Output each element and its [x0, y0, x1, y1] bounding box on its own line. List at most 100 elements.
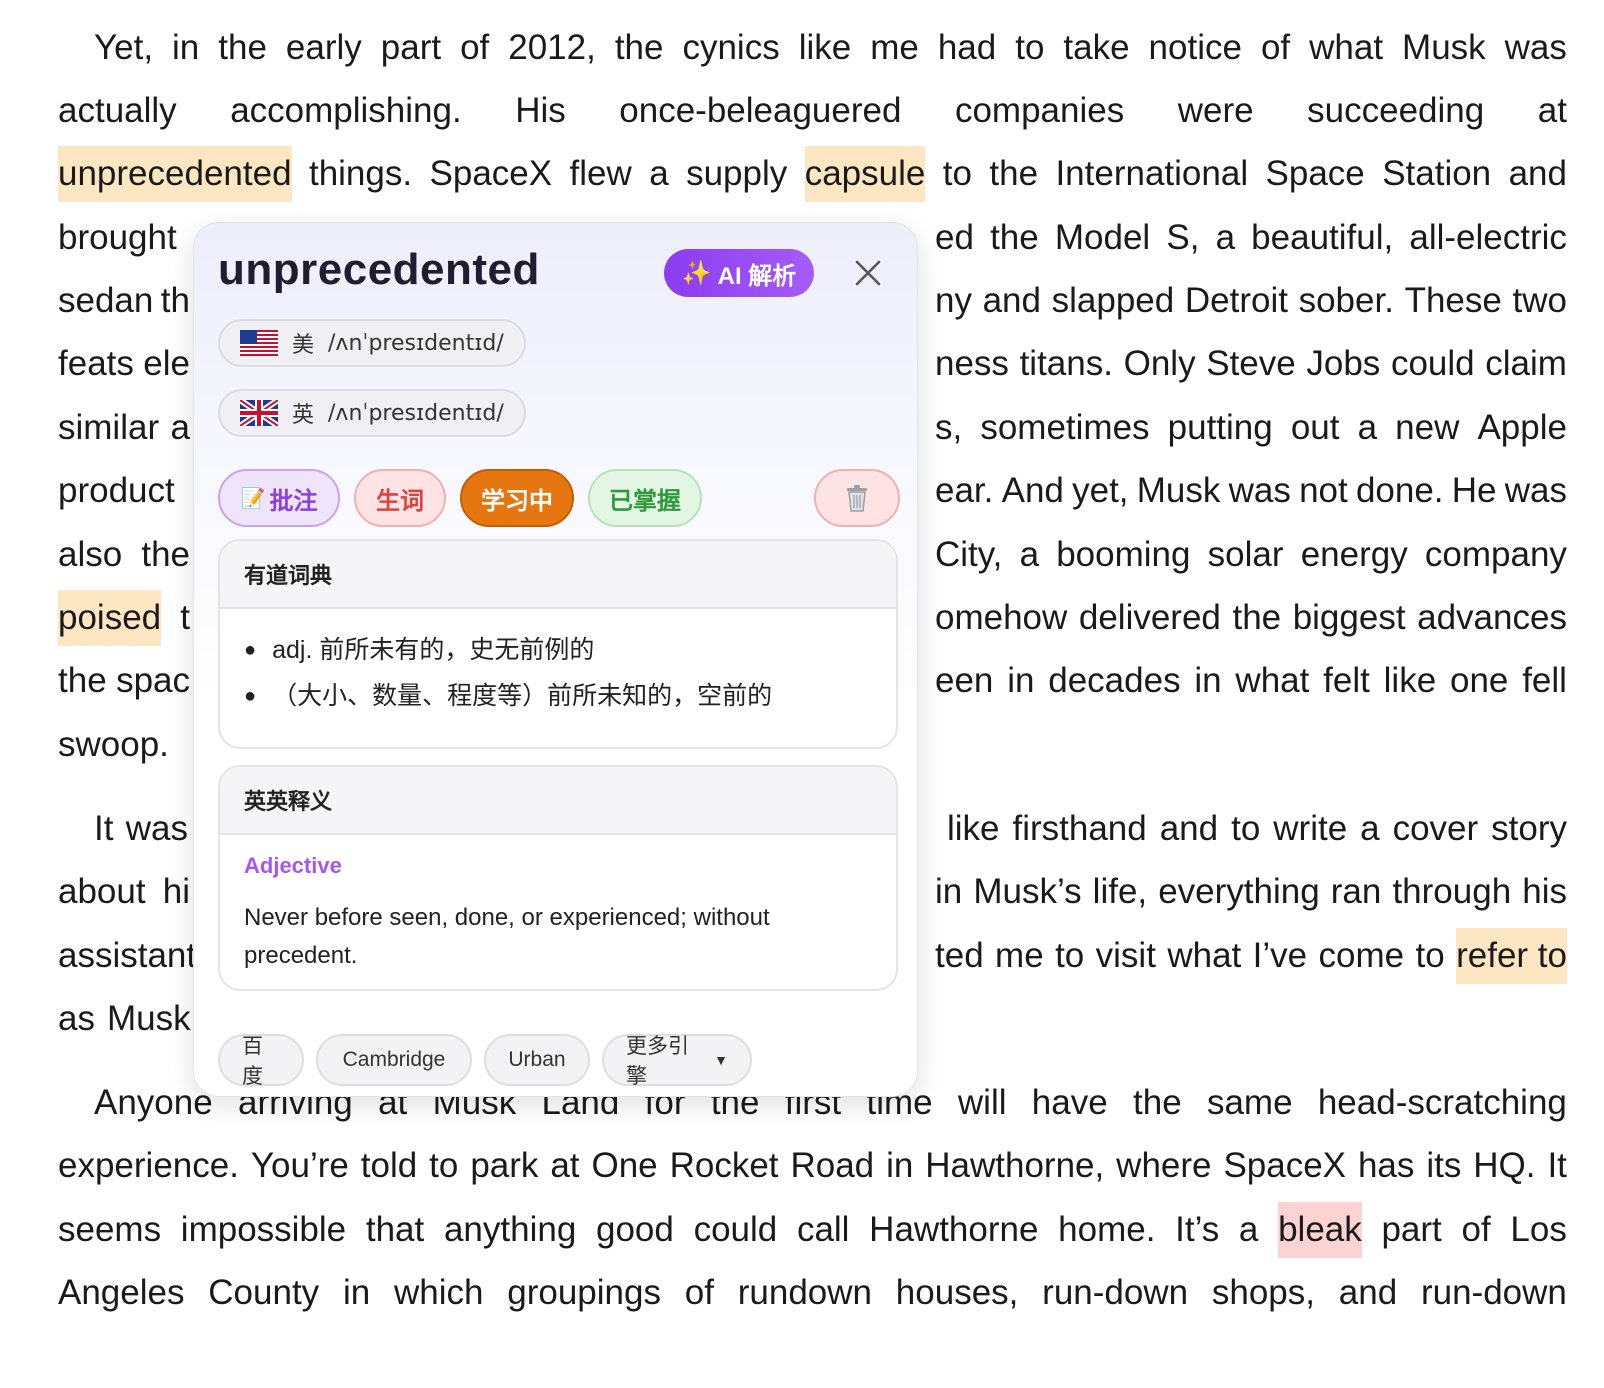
word[interactable]: to: [1231, 801, 1260, 857]
word[interactable]: a: [171, 400, 190, 456]
more-engines-dropdown[interactable]: 更多引擎 ▼: [602, 1034, 752, 1088]
word[interactable]: ran: [1331, 864, 1382, 920]
word[interactable]: International: [1055, 146, 1248, 202]
word[interactable]: early: [286, 20, 362, 76]
word[interactable]: decades: [1048, 653, 1180, 709]
word[interactable]: yet,: [1072, 463, 1128, 519]
word[interactable]: had: [938, 20, 996, 76]
word[interactable]: omehow: [935, 590, 1067, 646]
word[interactable]: two: [1512, 273, 1566, 329]
word[interactable]: in: [886, 1138, 913, 1194]
word[interactable]: hi: [163, 864, 190, 920]
word[interactable]: Musk: [1402, 20, 1486, 76]
word[interactable]: like: [799, 20, 852, 76]
word[interactable]: through: [1392, 864, 1511, 920]
word[interactable]: was: [1505, 20, 1567, 76]
word[interactable]: was: [1505, 463, 1567, 519]
word[interactable]: and: [1160, 801, 1218, 857]
word[interactable]: the: [218, 20, 267, 76]
word[interactable]: slapped: [1052, 273, 1175, 329]
word[interactable]: One: [591, 1138, 657, 1194]
word[interactable]: cover: [1393, 801, 1479, 857]
engine-cambridge-button[interactable]: Cambridge: [316, 1034, 472, 1086]
word[interactable]: at: [550, 1138, 579, 1194]
ai-analysis-button[interactable]: ✨ AI 解析: [664, 249, 814, 297]
word[interactable]: City,: [935, 527, 1002, 583]
word[interactable]: spac: [116, 653, 190, 709]
word[interactable]: Angeles: [58, 1265, 184, 1321]
word[interactable]: booming: [1056, 527, 1190, 583]
word[interactable]: a: [1216, 210, 1235, 266]
word[interactable]: in: [343, 1265, 370, 1321]
word[interactable]: ear.: [935, 463, 993, 519]
word[interactable]: Station: [1382, 146, 1491, 202]
word[interactable]: write: [1273, 801, 1347, 857]
new-word-button[interactable]: 生词: [354, 469, 446, 527]
word[interactable]: 2012,: [508, 20, 596, 76]
word[interactable]: Musk’s: [973, 864, 1081, 920]
word[interactable]: These: [1405, 273, 1502, 329]
word[interactable]: ted: [935, 928, 984, 984]
word[interactable]: at: [1538, 83, 1567, 139]
word[interactable]: Hawthorne,: [925, 1138, 1104, 1194]
mastered-button[interactable]: 已掌握: [588, 469, 702, 527]
engine-baidu-button[interactable]: 百度: [218, 1034, 304, 1088]
word[interactable]: could: [1391, 336, 1475, 392]
word[interactable]: which: [394, 1265, 483, 1321]
word[interactable]: company: [1425, 527, 1567, 583]
word[interactable]: its: [1426, 1138, 1461, 1194]
word[interactable]: life,: [1093, 864, 1147, 920]
word[interactable]: was: [126, 801, 188, 857]
word[interactable]: ness: [935, 336, 1009, 392]
word[interactable]: firsthand: [1013, 801, 1147, 857]
word[interactable]: a: [1360, 801, 1379, 857]
word[interactable]: also: [58, 527, 122, 583]
word[interactable]: sober.: [1299, 273, 1394, 329]
word[interactable]: done.: [1356, 463, 1444, 519]
word[interactable]: sedan: [58, 273, 153, 329]
word[interactable]: th: [161, 273, 190, 329]
word[interactable]: product: [58, 463, 175, 519]
word[interactable]: fell: [1522, 653, 1567, 709]
word[interactable]: Apple: [1477, 400, 1567, 456]
word[interactable]: energy: [1301, 527, 1408, 583]
word[interactable]: seems: [58, 1202, 161, 1258]
word[interactable]: to: [1055, 928, 1084, 984]
word[interactable]: the: [990, 210, 1039, 266]
word[interactable]: part: [1381, 1202, 1441, 1258]
word[interactable]: a: [649, 146, 668, 202]
word[interactable]: like: [947, 801, 1000, 857]
word[interactable]: Hawthorne: [869, 1202, 1038, 1258]
word[interactable]: You’re: [251, 1138, 349, 1194]
word[interactable]: capsule: [804, 146, 926, 202]
word[interactable]: where: [1116, 1138, 1211, 1194]
word[interactable]: what: [1167, 928, 1241, 984]
word[interactable]: felt: [1323, 653, 1370, 709]
learning-button[interactable]: 学习中: [460, 469, 574, 527]
word[interactable]: and: [1509, 146, 1567, 202]
pronunciation-uk-button[interactable]: 英 /ʌnˈpresɪdentɪd/: [218, 389, 526, 437]
note-button[interactable]: 📝 批注: [218, 469, 340, 527]
word[interactable]: to: [1015, 20, 1044, 76]
word[interactable]: a: [1239, 1202, 1258, 1258]
word[interactable]: and: [1339, 1265, 1397, 1321]
word[interactable]: beautiful,: [1251, 210, 1393, 266]
delete-button[interactable]: [814, 469, 900, 527]
word[interactable]: t: [180, 590, 190, 646]
word[interactable]: And: [1002, 463, 1064, 519]
word[interactable]: to: [429, 1138, 458, 1194]
word[interactable]: good: [596, 1202, 674, 1258]
word[interactable]: in: [1194, 653, 1221, 709]
word[interactable]: run-down: [1042, 1265, 1188, 1321]
word[interactable]: new: [1395, 400, 1459, 456]
word[interactable]: all-electric: [1409, 210, 1567, 266]
word[interactable]: of: [1261, 20, 1290, 76]
word[interactable]: It’s: [1175, 1202, 1219, 1258]
word[interactable]: cynics: [682, 20, 779, 76]
word[interactable]: Jobs: [1306, 336, 1380, 392]
word[interactable]: what: [1309, 20, 1383, 76]
word[interactable]: sometimes: [980, 400, 1149, 456]
word[interactable]: County: [208, 1265, 319, 1321]
word[interactable]: Los: [1510, 1202, 1566, 1258]
word[interactable]: come: [1319, 928, 1405, 984]
